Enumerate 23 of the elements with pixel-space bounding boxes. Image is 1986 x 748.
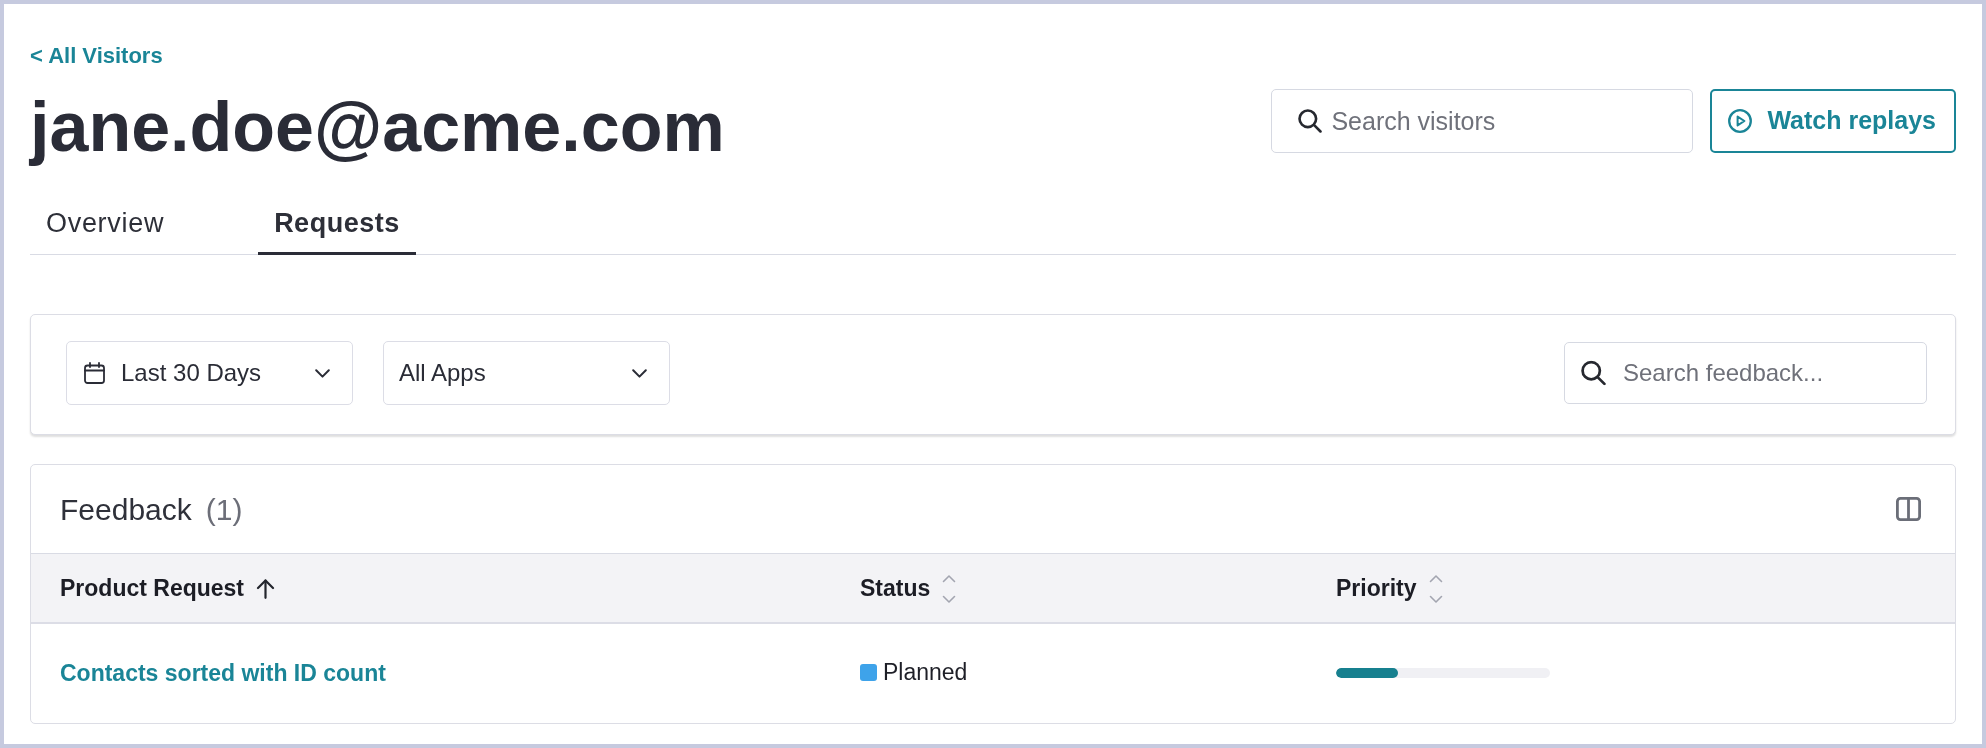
chevron-down-icon <box>632 368 647 378</box>
watch-replays-button[interactable]: Watch replays <box>1710 89 1956 153</box>
column-header[interactable]: Product Request <box>31 553 831 623</box>
tab[interactable]: Overview <box>30 200 181 255</box>
search-icon <box>1298 109 1323 133</box>
app-dropdown[interactable]: All Apps <box>383 341 670 405</box>
date-range-dropdown[interactable]: Last 30 Days <box>66 341 353 405</box>
search-icon <box>1581 360 1606 386</box>
section-title: Feedback <box>60 491 192 528</box>
tab[interactable]: Requests <box>258 200 416 255</box>
columns-icon[interactable] <box>1896 497 1921 521</box>
item-count: (1) <box>205 491 243 528</box>
calendar-icon <box>84 362 105 384</box>
search-field[interactable]: Search visitors <box>1271 89 1694 153</box>
request-link[interactable]: Contacts sorted with ID count <box>60 659 386 686</box>
play-circle-icon <box>1728 109 1753 133</box>
search-field[interactable]: Search feedback... <box>1564 342 1927 404</box>
back-link[interactable]: < All Visitors <box>30 43 163 69</box>
status-text: Planned <box>883 658 968 688</box>
column-header[interactable]: Status <box>831 553 1307 623</box>
chevron-down-icon <box>315 368 330 378</box>
page-title: jane.doe@acme.com <box>30 87 725 168</box>
column-header[interactable]: Priority <box>1307 553 1955 623</box>
